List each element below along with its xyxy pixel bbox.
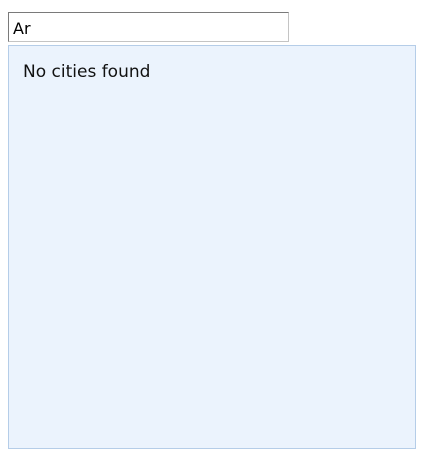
city-autocomplete: No cities found — [0, 0, 422, 451]
no-results-message: No cities found — [23, 62, 151, 82]
suggestions-dropdown: No cities found — [8, 45, 416, 449]
city-search-input[interactable] — [8, 12, 289, 42]
